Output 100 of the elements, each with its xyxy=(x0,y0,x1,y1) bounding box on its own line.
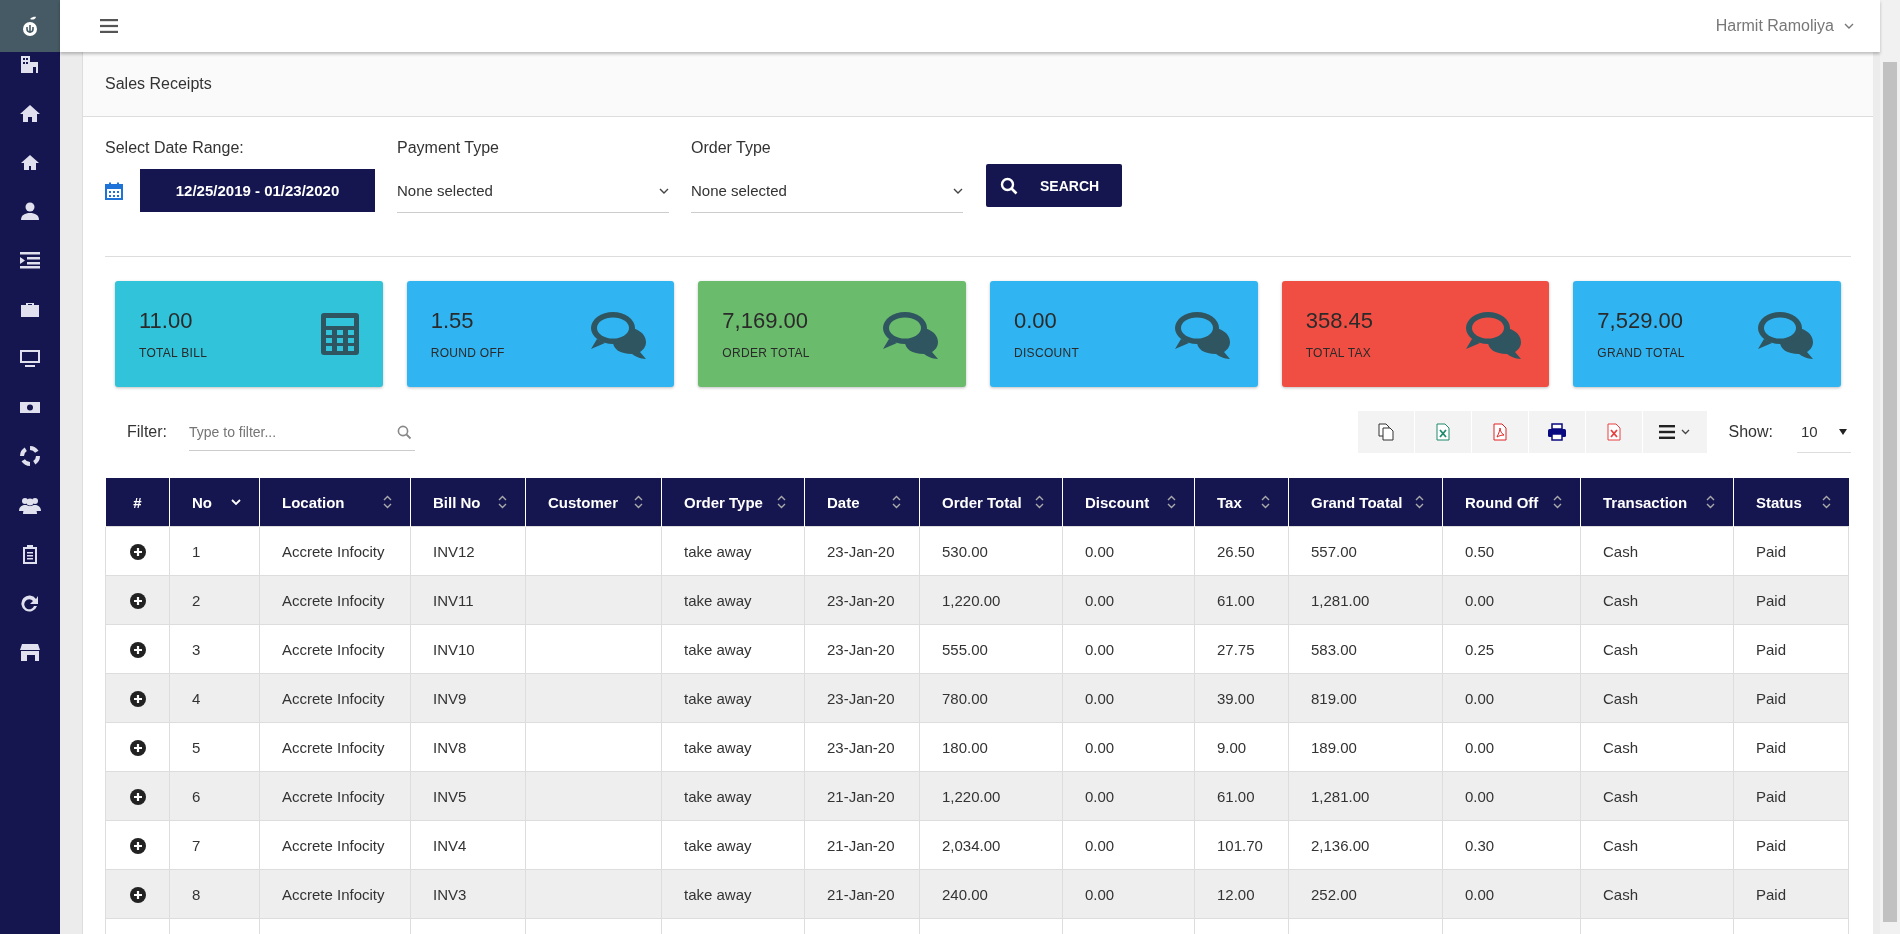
table-cell: 1,281.00 xyxy=(1311,591,1370,609)
building-icon[interactable] xyxy=(19,54,41,74)
table-cell: 61.00 xyxy=(1217,787,1255,805)
store-icon[interactable] xyxy=(19,642,41,662)
list-icon[interactable] xyxy=(19,250,41,270)
column-menu-button[interactable] xyxy=(1642,411,1707,453)
table-cell: Cash xyxy=(1603,885,1639,903)
table-cell: take away xyxy=(684,787,752,805)
table-cell: Accrete Infocity xyxy=(282,787,385,805)
expand-row-icon[interactable] xyxy=(129,544,146,560)
column-header[interactable]: Location xyxy=(259,478,411,527)
table-cell: 1,281.00 xyxy=(1311,787,1370,805)
table-cell: INV3 xyxy=(433,885,467,903)
table-cell: 21-Jan-20 xyxy=(827,885,895,903)
table-cell: 0.00 xyxy=(1085,787,1115,805)
print-button[interactable] xyxy=(1528,411,1585,453)
user-icon[interactable] xyxy=(19,201,41,221)
menu-icon[interactable] xyxy=(100,19,118,33)
expand-row-icon[interactable] xyxy=(129,740,146,756)
calculator-icon xyxy=(320,313,359,355)
table-cell: Accrete Infocity xyxy=(282,542,385,560)
payment-type-dropdown[interactable]: None selected xyxy=(397,169,669,213)
order-type-dropdown[interactable]: None selected xyxy=(691,169,963,213)
table-cell: 27.75 xyxy=(1217,640,1255,658)
table-cell: 189.00 xyxy=(1311,738,1357,756)
table-cell: INV8 xyxy=(433,738,467,756)
table-cell: 9.00 xyxy=(1217,738,1247,756)
table-cell: INV9 xyxy=(433,689,467,707)
page-size-dropdown[interactable]: 10 xyxy=(1797,411,1851,453)
table-cell: 23-Jan-20 xyxy=(827,591,895,609)
table-cell: 819.00 xyxy=(1311,689,1357,707)
table-cell: Paid xyxy=(1756,787,1787,805)
table-cell: 0.50 xyxy=(1465,542,1495,560)
lifebuoy-icon[interactable] xyxy=(19,446,41,466)
expand-row-icon[interactable] xyxy=(129,691,146,707)
table-cell: Accrete Infocity xyxy=(282,689,385,707)
table-cell: 26.50 xyxy=(1217,542,1255,560)
column-header[interactable]: Discount xyxy=(1062,478,1195,527)
table-cell: 21-Jan-20 xyxy=(827,836,895,854)
stat-label: GRAND TOTAL xyxy=(1597,346,1685,360)
search-button[interactable]: SEARCH xyxy=(986,164,1122,207)
column-header[interactable]: Round Off xyxy=(1442,478,1581,527)
table-cell: 2,034.00 xyxy=(942,836,1001,854)
expand-row-icon[interactable] xyxy=(129,838,146,854)
column-header[interactable]: Bill No xyxy=(410,478,526,527)
column-header[interactable]: Order Total xyxy=(919,478,1063,527)
column-header[interactable]: No xyxy=(169,478,260,527)
table-cell: Cash xyxy=(1603,591,1639,609)
pdf-file-icon xyxy=(1492,423,1507,441)
table-cell: Paid xyxy=(1756,591,1787,609)
column-header[interactable]: Date xyxy=(804,478,920,527)
home-icon[interactable] xyxy=(19,103,41,123)
column-header[interactable]: Grand Toatal xyxy=(1288,478,1443,527)
scrollbar-thumb[interactable] xyxy=(1883,62,1897,922)
table-cell: Paid xyxy=(1756,640,1787,658)
table-cell: INV11 xyxy=(433,591,474,609)
filter-label: Filter: xyxy=(127,423,167,441)
column-header[interactable]: Tax xyxy=(1194,478,1289,527)
table-cell: 8 xyxy=(192,885,201,903)
table-cell: Accrete Infocity xyxy=(282,591,385,609)
column-header[interactable]: Transaction xyxy=(1580,478,1734,527)
table-cell: 6 xyxy=(192,787,201,805)
table-cell: 0.00 xyxy=(1085,689,1115,707)
table-cell: Paid xyxy=(1756,836,1787,854)
table-cell: Cash xyxy=(1603,738,1639,756)
user-menu[interactable]: Harmit Ramoliya xyxy=(1711,13,1858,39)
column-header[interactable]: Customer xyxy=(525,478,662,527)
field-label: Payment Type xyxy=(397,139,500,157)
column-header[interactable]: Status xyxy=(1733,478,1849,527)
table-cell: 530.00 xyxy=(942,542,988,560)
stat-value: 7,529.00 xyxy=(1597,308,1684,334)
house-icon[interactable] xyxy=(19,152,41,172)
table-cell: 0.00 xyxy=(1085,836,1115,854)
expand-row-icon[interactable] xyxy=(129,642,146,658)
refresh-icon[interactable] xyxy=(19,593,41,613)
app-logo[interactable] xyxy=(0,0,60,52)
users-icon[interactable] xyxy=(19,495,41,515)
expand-row-icon[interactable] xyxy=(129,887,146,903)
stat-value: 0.00 xyxy=(1014,308,1058,334)
search-icon xyxy=(1000,176,1018,195)
column-header[interactable]: # xyxy=(105,478,170,527)
column-header[interactable]: Order Type xyxy=(661,478,805,527)
table-cell: 180.00 xyxy=(942,738,988,756)
expand-row-icon[interactable] xyxy=(129,593,146,609)
expand-row-icon[interactable] xyxy=(129,789,146,805)
table-cell: 101.70 xyxy=(1217,836,1263,854)
table-cell: take away xyxy=(684,836,752,854)
stat-value: 7,169.00 xyxy=(722,308,809,334)
stat-label: TOTAL BILL xyxy=(139,346,208,360)
table-cell: 1,220.00 xyxy=(942,787,1001,805)
monitor-icon[interactable] xyxy=(19,348,41,368)
stat-label: DISCOUNT xyxy=(1014,346,1080,360)
table-cell: 252.00 xyxy=(1311,885,1357,903)
copy-button[interactable] xyxy=(1357,411,1414,453)
field-label: Select Date Range: xyxy=(105,139,245,157)
chevron-down-icon xyxy=(1681,429,1691,435)
table-cell: Cash xyxy=(1603,836,1639,854)
date-range-picker[interactable]: 12/25/2019 - 01/23/2020 xyxy=(140,169,375,212)
table-cell: INV10 xyxy=(433,640,475,658)
calendar-icon[interactable] xyxy=(105,181,123,200)
